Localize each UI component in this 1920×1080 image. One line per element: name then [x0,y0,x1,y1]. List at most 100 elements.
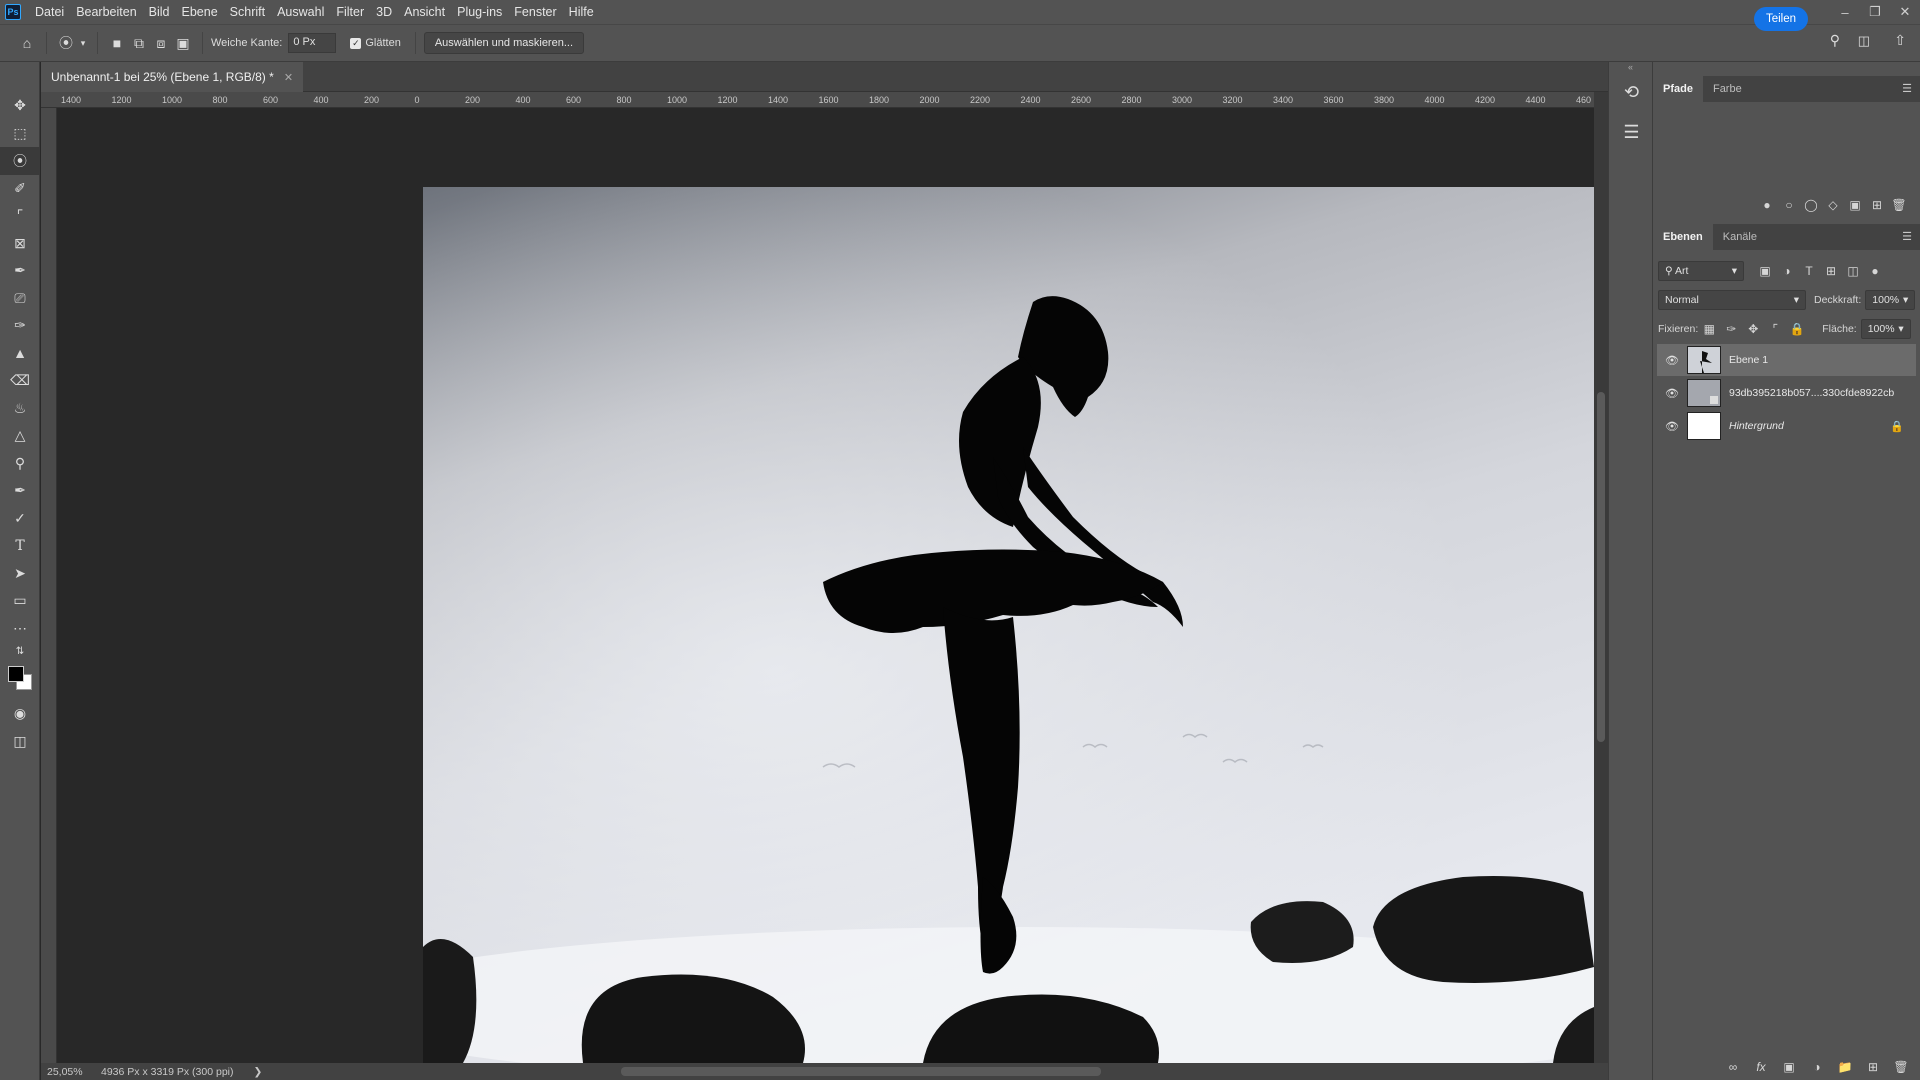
marquee-tool-icon[interactable]: ⬚ [0,120,40,148]
layer-row[interactable]: 👁 Ebene 1 [1657,344,1916,376]
layer-style-icon[interactable]: fx [1750,1056,1772,1078]
visibility-eye-icon[interactable]: 👁 [1657,387,1687,400]
crop-tool-icon[interactable]: ⌜ [0,202,40,230]
delete-path-icon[interactable]: 🗑 [1888,194,1910,216]
swap-colors-icon[interactable]: ⇅ [0,642,40,660]
canvas-area[interactable] [57,108,1594,1063]
minimize-icon[interactable]: – [1830,0,1860,24]
zoom-level[interactable]: 25,05% [47,1066,101,1078]
close-icon[interactable]: ✕ [284,71,293,84]
blend-mode-dropdown[interactable]: Normal ▾ [1658,290,1806,310]
menu-ebene[interactable]: Ebene [176,0,224,24]
lasso-tool-preset-icon[interactable]: ⦿ [55,32,77,54]
lock-transparency-icon[interactable]: ▦ [1698,318,1720,340]
antialias-checkbox[interactable]: ✓ [350,37,362,49]
eraser-tool-icon[interactable]: ⌫ [0,367,40,395]
type-tool-icon[interactable]: T [0,532,40,560]
menu-fenster[interactable]: Fenster [508,0,562,24]
collapse-icon[interactable]: « [1609,62,1652,72]
document-canvas[interactable] [423,187,1594,1063]
add-layer-mask-icon[interactable]: ▣ [1778,1056,1800,1078]
menu-bild[interactable]: Bild [143,0,176,24]
new-selection-icon[interactable]: ■ [106,32,128,54]
feather-input[interactable]: 0 Px [288,33,337,53]
menu-3d[interactable]: 3D [370,0,398,24]
fill-field[interactable]: 100% ▾ [1860,319,1911,339]
pen-tool-icon[interactable]: ✒ [0,477,40,505]
adjustment-layer-icon[interactable]: ◑ [1806,1056,1828,1078]
layer-row[interactable]: 👁 Hintergrund 🔒 [1657,410,1916,442]
panel-menu-icon[interactable]: ☰ [1902,230,1912,243]
add-selection-icon[interactable]: ⧉ [128,32,150,54]
paint-bucket-tool-icon[interactable]: ♨ [0,395,40,423]
horizontal-scroll-thumb[interactable] [621,1067,1101,1076]
more-tools-icon[interactable]: ⋯ [0,615,40,643]
menu-auswahl[interactable]: Auswahl [271,0,330,24]
path-selection-tool-icon[interactable]: ➤ [0,560,40,588]
new-layer-icon[interactable]: ⊞ [1862,1056,1884,1078]
menu-hilfe[interactable]: Hilfe [563,0,600,24]
layer-filter-dropdown[interactable]: ⚲ Art ▾ [1658,261,1744,281]
lock-position-icon[interactable]: ✥ [1742,318,1764,340]
close-window-icon[interactable]: ✕ [1890,0,1920,24]
history-icon[interactable]: ⟲ [1609,72,1654,112]
path-to-selection-icon[interactable]: ◯ [1800,194,1822,216]
stamp-tool-icon[interactable]: ▲ [0,340,40,368]
color-swatches[interactable] [0,660,40,700]
curvature-pen-tool-icon[interactable]: ✓ [0,505,40,533]
tab-color[interactable]: Farbe [1703,76,1752,102]
menu-datei[interactable]: Datei [29,0,70,24]
layers-stack-icon[interactable]: ☰ [1609,112,1654,152]
intersect-selection-icon[interactable]: ▣ [172,32,194,54]
panel-menu-icon[interactable]: ☰ [1902,82,1912,95]
brush-tool-icon[interactable]: ✑ [0,312,40,340]
scroll-thumb[interactable] [1597,392,1605,742]
share-doc-icon[interactable]: ⇧ [1894,32,1906,49]
filter-type-icon[interactable]: T [1798,260,1820,282]
foreground-color-swatch[interactable] [8,666,24,682]
search-icon[interactable]: ⚲ [1830,32,1840,49]
tab-layers[interactable]: Ebenen [1653,224,1713,250]
filter-adjustment-icon[interactable]: ◑ [1776,260,1798,282]
chevron-right-icon[interactable]: ❯ [254,1066,263,1078]
layer-row[interactable]: 👁 93db395218b057....330cfde8922cb [1657,377,1916,409]
stroke-path-icon[interactable]: ○ [1778,194,1800,216]
lasso-tool-icon[interactable]: ⦿ [0,147,40,175]
add-mask-icon[interactable]: ▣ [1844,194,1866,216]
eyedropper-tool-icon[interactable]: ✒ [0,257,40,285]
lock-artboard-icon[interactable]: ⌜ [1764,318,1786,340]
subtract-selection-icon[interactable]: ⧈ [150,32,172,54]
filter-toggle-icon[interactable]: ● [1864,260,1886,282]
new-path-icon[interactable]: ⊞ [1866,194,1888,216]
tab-channels[interactable]: Kanäle [1713,224,1767,250]
lock-icon[interactable]: 🔒 [1890,420,1904,433]
menu-bearbeiten[interactable]: Bearbeiten [70,0,142,24]
filter-shape-icon[interactable]: ⊞ [1820,260,1842,282]
share-button[interactable]: Teilen [1754,7,1808,31]
menu-schrift[interactable]: Schrift [224,0,271,24]
delete-layer-icon[interactable]: 🗑 [1890,1056,1912,1078]
screen-mode-icon[interactable]: ◫ [0,728,40,756]
chevron-down-icon[interactable]: ▾ [77,32,89,54]
visibility-eye-icon[interactable]: 👁 [1657,354,1687,367]
filter-pixel-icon[interactable]: ▣ [1754,260,1776,282]
lock-all-icon[interactable]: 🔒 [1786,318,1808,340]
menu-ansicht[interactable]: Ansicht [398,0,451,24]
restore-icon[interactable]: ❐ [1860,0,1890,24]
home-icon[interactable]: ⌂ [16,32,38,54]
workspace-icon[interactable]: ◫ [1858,33,1870,49]
vertical-scrollbar[interactable] [1594,92,1608,1063]
select-and-mask-button[interactable]: Auswählen und maskieren... [423,32,584,54]
rectangle-tool-icon[interactable]: ▭ [0,587,40,615]
frame-tool-icon[interactable]: ⊠ [0,230,40,258]
healing-brush-tool-icon[interactable]: ⎚ [0,285,40,313]
quick-selection-tool-icon[interactable]: ✐ [0,175,40,203]
document-tab[interactable]: Unbenannt-1 bei 25% (Ebene 1, RGB/8) * ✕ [41,62,304,92]
sharpen-tool-icon[interactable]: △ [0,422,40,450]
lock-pixels-icon[interactable]: ✑ [1720,318,1742,340]
quick-mask-icon[interactable]: ◉ [0,700,40,728]
link-layers-icon[interactable]: ∞ [1722,1056,1744,1078]
filter-smartobject-icon[interactable]: ◫ [1842,260,1864,282]
selection-to-path-icon[interactable]: ◇ [1822,194,1844,216]
photoshop-logo-icon[interactable]: Ps [5,4,21,20]
